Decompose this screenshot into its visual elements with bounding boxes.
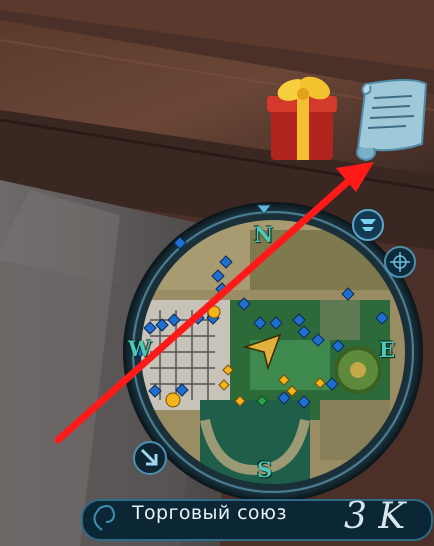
compass-west: W (128, 336, 152, 361)
compass-north: N (254, 222, 274, 247)
compass-south: S (257, 457, 273, 482)
filter-button[interactable] (352, 209, 384, 241)
zone-name: Торговый союз (132, 502, 287, 524)
compass-east: E (379, 337, 396, 362)
zone-info-bar: Торговый союз 3 K (78, 494, 434, 544)
target-button[interactable] (384, 246, 416, 278)
map-pin-icon (165, 392, 181, 408)
zone-level: 3 K (344, 496, 406, 537)
minimap[interactable] (0, 0, 434, 546)
zoom-button[interactable] (133, 441, 167, 475)
